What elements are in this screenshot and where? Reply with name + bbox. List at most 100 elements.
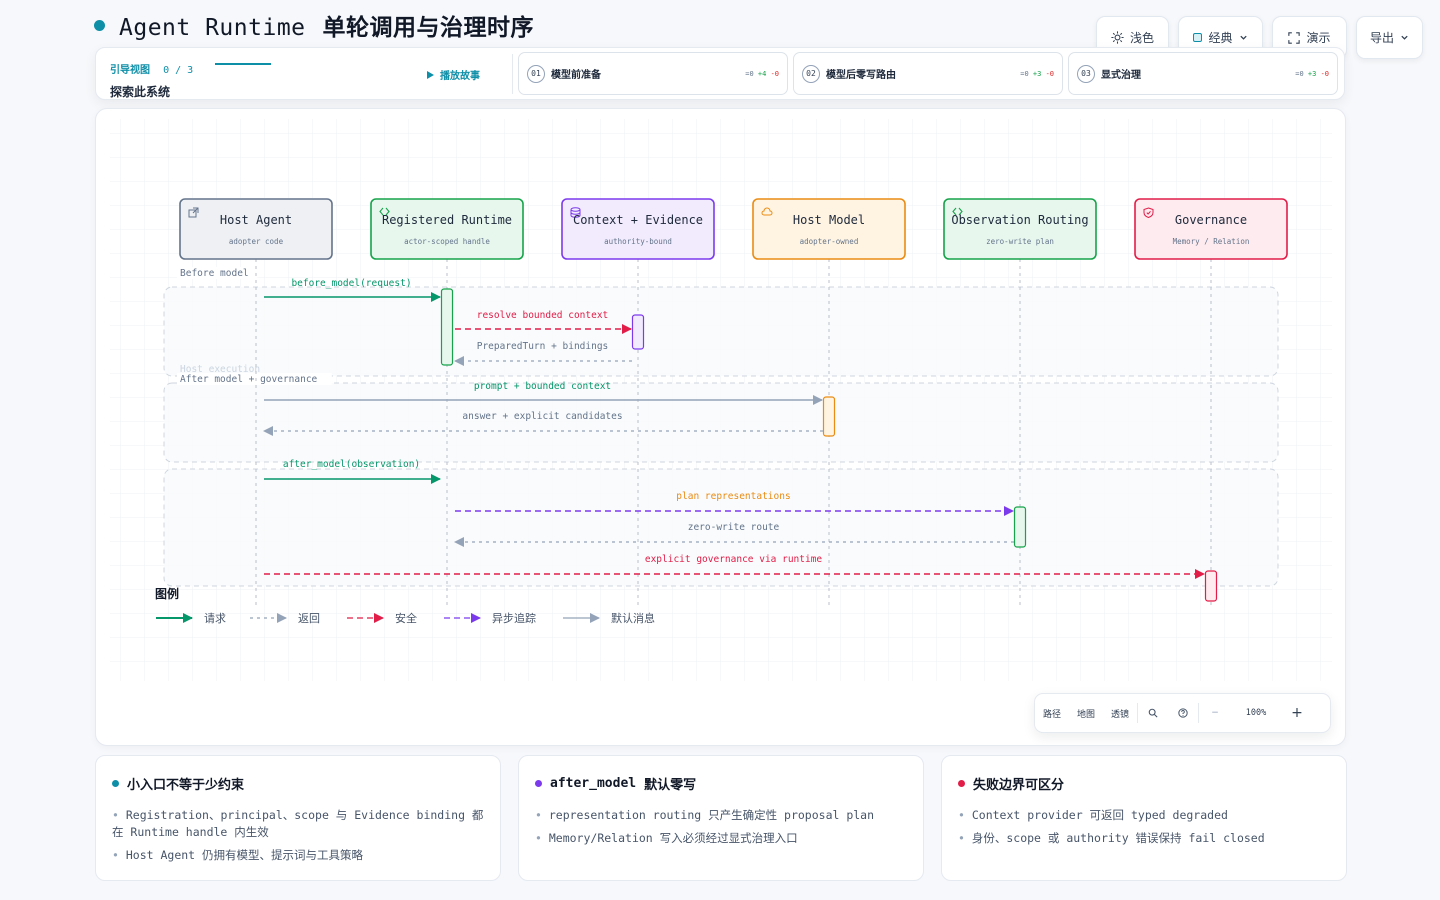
info-bullet: representation routing 只产生确定性 proposal p… (535, 807, 907, 824)
info-bullet: Memory/Relation 写入必须经过显式治理入口 (535, 830, 907, 847)
step-stat-plus: +3 (1307, 69, 1317, 78)
guide-step-3[interactable]: 03 显式治理 =0 +3 -0 (1068, 52, 1338, 95)
zoom-level-value: 100% (1245, 708, 1267, 718)
map-button[interactable]: 地图 (1069, 694, 1103, 732)
participant-name: Context + Evidence (573, 213, 703, 227)
message-label: prompt + bounded context (474, 381, 611, 392)
info-dot (958, 780, 965, 787)
participant-box (370, 198, 524, 260)
info-card-title: after_model 默认零写 (535, 774, 907, 793)
legend-label: 返回 (298, 612, 320, 625)
sun-icon (1111, 31, 1124, 44)
legend-label: 默认消息 (611, 611, 655, 625)
info-dot (112, 780, 119, 787)
step-stat-minus: -0 (1045, 69, 1054, 78)
fullscreen-icon (1288, 31, 1301, 44)
activation-bar (440, 288, 454, 366)
info-dot (535, 780, 542, 787)
step-title: 模型后零写路由 (826, 70, 896, 81)
guide-label: 引导视图 (110, 65, 150, 76)
style-label: 经典 (1208, 31, 1233, 45)
help-button[interactable] (1168, 694, 1198, 732)
play-story-button[interactable]: 播放故事 (426, 67, 480, 82)
participant-name: Host Agent (220, 213, 292, 227)
participant-subtitle: Memory / Relation (1173, 237, 1250, 246)
participant-observation-routing: Observation Routing zero-write plan (943, 198, 1097, 260)
info-title-code: after_model (550, 776, 637, 791)
sequence-diagram[interactable]: Before modelHost executionAfter model + … (96, 109, 1346, 746)
chevron-down-icon (1401, 35, 1408, 40)
zoom-out-label: − (1211, 708, 1219, 718)
step-number: 02 (802, 64, 820, 83)
search-icon (1148, 708, 1158, 718)
diagram-canvas[interactable]: Before model Host execution After model + … (95, 108, 1346, 746)
participant-subtitle: authority-bound (604, 237, 672, 246)
activation-bar (1204, 570, 1218, 602)
info-card-title: 失败边界可区分 (958, 774, 1330, 793)
present-label: 演示 (1306, 31, 1331, 45)
message-label: resolve bounded context (477, 310, 609, 321)
zoom-in-button[interactable]: + (1281, 694, 1313, 732)
path-label: 路径 (1042, 709, 1061, 720)
message-label: PreparedTurn + bindings (477, 341, 609, 352)
step-stat-equal: =0 (1020, 69, 1029, 78)
legend-label: 安全 (395, 611, 417, 625)
step-stats: =0 +3 -0 (1295, 70, 1329, 78)
info-card-zero-write: after_model 默认零写 representation routing … (518, 755, 924, 881)
message-label: explicit governance via runtime (645, 554, 823, 565)
group-frame (163, 382, 1279, 463)
theme-label: 浅色 (1129, 31, 1154, 45)
search-button[interactable] (1138, 694, 1168, 732)
participant-host-agent: Host Agent adopter code (179, 198, 333, 260)
participant-name: Governance (1175, 213, 1247, 227)
guide-step-2[interactable]: 02 模型后零写路由 =0 +3 -0 (793, 52, 1063, 95)
legend-title: 图例 (155, 587, 180, 601)
play-icon (427, 70, 434, 79)
legend-label: 请求 (204, 612, 226, 625)
step-stats: =0 +4 -0 (745, 70, 779, 78)
info-card-failure-boundary: 失败边界可区分 Context provider 可返回 typed degra… (941, 755, 1347, 881)
participant-host-model: Host Model adopter-owned (752, 198, 906, 260)
zoom-in-label: + (1291, 705, 1303, 721)
info-title-text: 失败边界可区分 (973, 778, 1065, 793)
participant-registered-runtime: Registered Runtime actor-scoped handle (370, 198, 524, 260)
info-title-text: 小入口不等于少约束 (127, 778, 245, 793)
guide-bar: 引导视图 0 / 3 探索此系统 播放故事 01 模型前准备 =0 +4 -0 … (95, 47, 1345, 100)
participant-subtitle: actor-scoped handle (404, 237, 490, 246)
participant-governance: Governance Memory / Relation (1134, 198, 1288, 260)
step-stat-equal: =0 (745, 69, 754, 78)
participant-box (179, 198, 333, 260)
chevron-down-icon (1239, 35, 1247, 40)
info-list: Context provider 可返回 typed degraded 身份、s… (958, 807, 1330, 847)
participant-box (1134, 198, 1288, 260)
path-button[interactable]: 路径 (1035, 694, 1069, 732)
activation-bar (631, 314, 645, 350)
play-story-label: 播放故事 (440, 71, 480, 82)
lens-label: 透镜 (1110, 709, 1129, 720)
step-title: 显式治理 (1101, 70, 1141, 81)
info-card-constraints: 小入口不等于少约束 Registration、principal、scope 与… (95, 755, 501, 881)
participant-context-evidence: Context + Evidence authority-bound (561, 198, 715, 260)
step-title: 模型前准备 (551, 70, 601, 81)
guide-step-1[interactable]: 01 模型前准备 =0 +4 -0 (518, 52, 788, 95)
step-number: 01 (527, 64, 545, 83)
message-label: zero-write route (688, 522, 780, 533)
lens-button[interactable]: 透镜 (1103, 694, 1137, 732)
info-list: Registration、principal、scope 与 Evidence … (112, 807, 484, 864)
zoom-out-button[interactable]: − (1199, 694, 1231, 732)
participant-name: Host Model (793, 213, 865, 227)
step-stat-minus: -0 (770, 69, 779, 78)
activation-bar (1013, 506, 1027, 548)
participant-subtitle: adopter code (229, 237, 284, 246)
info-bullet: Context provider 可返回 typed degraded (958, 807, 1330, 824)
info-bullet: 身份、scope 或 authority 错误保持 fail closed (958, 830, 1330, 847)
participant-name: Observation Routing (951, 213, 1088, 227)
export-dropdown[interactable]: 导出 (1356, 16, 1423, 59)
legend-label: 异步追踪 (492, 611, 536, 625)
info-title-text: 默认零写 (644, 778, 697, 793)
title-dot (94, 19, 105, 31)
step-stat-minus: -0 (1320, 69, 1329, 78)
guide-separator (512, 54, 513, 94)
help-icon (1178, 708, 1188, 718)
group-frame (163, 286, 1279, 377)
